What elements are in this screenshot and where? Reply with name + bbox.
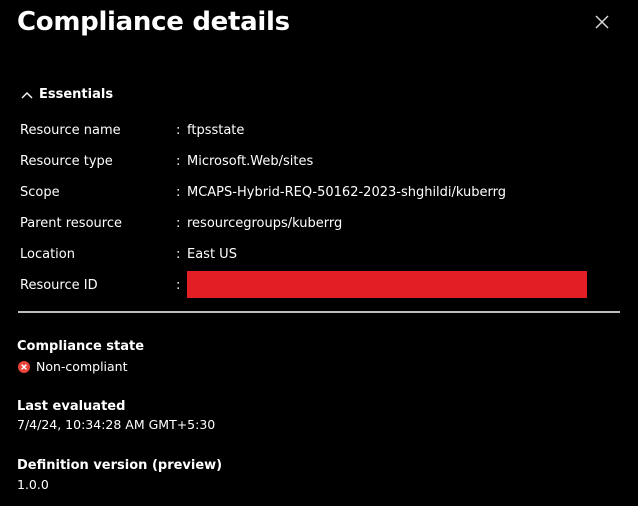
last-evaluated-heading: Last evaluated bbox=[17, 399, 126, 414]
property-row-scope: Scope : MCAPS-Hybrid-REQ-50162-2023-shgh… bbox=[20, 182, 620, 204]
property-separator: : bbox=[176, 185, 181, 200]
property-value: East US bbox=[187, 247, 237, 262]
property-key: Scope bbox=[20, 185, 60, 200]
essentials-toggle[interactable]: Essentials bbox=[20, 84, 113, 106]
property-row-resource-type: Resource type : Microsoft.Web/sites bbox=[20, 151, 620, 173]
property-value: ftpsstate bbox=[187, 123, 245, 138]
last-evaluated-value: 7/4/24, 10:34:28 AM GMT+5:30 bbox=[17, 417, 216, 432]
property-separator: : bbox=[176, 123, 181, 138]
property-separator: : bbox=[176, 154, 181, 169]
property-separator: : bbox=[176, 278, 181, 293]
redaction-box bbox=[187, 271, 587, 298]
property-key: Resource name bbox=[20, 123, 121, 138]
property-key: Resource ID bbox=[20, 278, 98, 293]
compliance-details-panel: Compliance details Essentials Resource n… bbox=[0, 0, 638, 506]
close-icon bbox=[595, 15, 609, 29]
property-row-location: Location : East US bbox=[20, 244, 620, 266]
property-separator: : bbox=[176, 247, 181, 262]
definition-version-heading: Definition version (preview) bbox=[17, 458, 223, 473]
property-separator: : bbox=[176, 216, 181, 231]
section-divider bbox=[18, 311, 620, 313]
property-key: Resource type bbox=[20, 154, 113, 169]
compliance-state-status: Non-compliant bbox=[17, 357, 128, 377]
property-row-parent-resource: Parent resource : resourcegroups/kuberrg bbox=[20, 213, 620, 235]
property-value: resourcegroups/kuberrg bbox=[187, 216, 343, 231]
chevron-up-icon bbox=[21, 92, 33, 99]
compliance-state-heading: Compliance state bbox=[17, 339, 145, 354]
panel-title: Compliance details bbox=[17, 7, 290, 37]
property-row-resource-name: Resource name : ftpsstate bbox=[20, 120, 620, 142]
definition-version-value: 1.0.0 bbox=[17, 477, 49, 492]
property-key: Parent resource bbox=[20, 216, 122, 231]
compliance-state-value: Non-compliant bbox=[36, 359, 128, 374]
property-key: Location bbox=[20, 247, 75, 262]
close-button[interactable] bbox=[590, 10, 614, 34]
property-value: MCAPS-Hybrid-REQ-50162-2023-shghildi/kub… bbox=[187, 185, 507, 200]
essentials-label: Essentials bbox=[39, 87, 114, 102]
property-value: Microsoft.Web/sites bbox=[187, 154, 314, 169]
error-circle-icon bbox=[18, 361, 30, 373]
